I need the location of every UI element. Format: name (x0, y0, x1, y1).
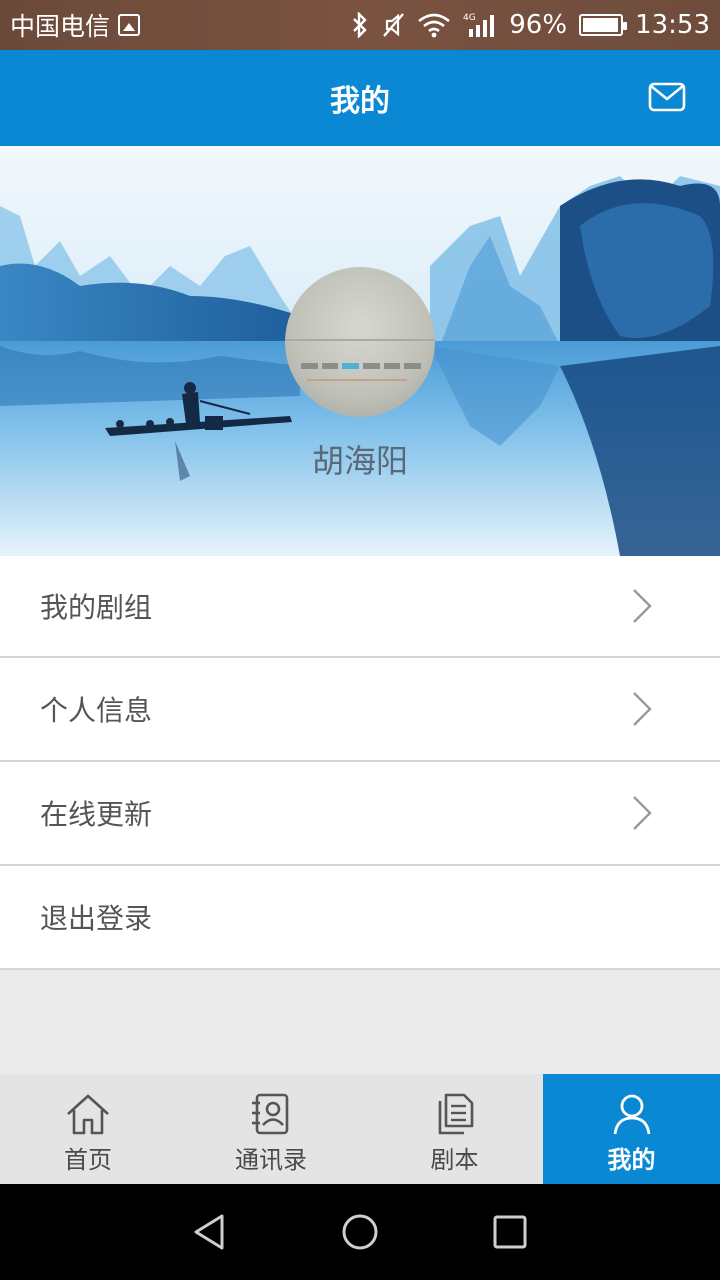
menu-item-personal-info[interactable]: 个人信息 (0, 658, 720, 762)
nav-item-home[interactable]: 首页 (0, 1074, 176, 1184)
system-nav-bar (0, 1184, 720, 1280)
chevron-right-icon (633, 589, 652, 623)
chevron-right-icon (633, 692, 652, 726)
signal-icon: 4G (463, 13, 495, 37)
menu-item-label: 退出登录 (40, 902, 153, 935)
nav-label: 剧本 (430, 1146, 479, 1174)
app-header: 我的 (0, 50, 720, 146)
battery-icon (579, 14, 628, 36)
clock: 13:53 (635, 10, 710, 40)
mute-icon (383, 13, 405, 37)
back-icon[interactable] (190, 1212, 230, 1252)
battery-percent: 96% (509, 10, 568, 40)
carrier-label: 中国电信 (10, 12, 111, 41)
nav-label: 我的 (607, 1146, 656, 1174)
svg-text:4G: 4G (463, 13, 476, 23)
username: 胡海阳 (311, 442, 408, 480)
user-icon (613, 1094, 650, 1135)
settings-menu: 我的剧组 个人信息 在线更新 退出登录 (0, 556, 720, 970)
screen: 中国电信 4G 96% 13:53 我的 胡海阳 我的剧组 个人信息 在线更新 … (0, 0, 720, 1280)
avatar-detail (307, 379, 407, 381)
nav-label: 通讯录 (235, 1146, 307, 1174)
contacts-icon (252, 1093, 289, 1135)
mail-icon[interactable] (648, 82, 686, 112)
script-icon (438, 1093, 473, 1135)
bluetooth-icon (353, 12, 367, 38)
menu-item-logout[interactable]: 退出登录 (0, 866, 720, 970)
menu-item-online-update[interactable]: 在线更新 (0, 762, 720, 866)
status-right: 4G 96% 13:53 (351, 10, 710, 40)
bottom-nav: 首页 通讯录 剧本 我的 (0, 1074, 720, 1184)
avatar-detail (285, 339, 435, 341)
status-bar: 中国电信 4G 96% 13:53 (0, 0, 720, 50)
recents-icon[interactable] (490, 1212, 530, 1252)
nav-item-me[interactable]: 我的 (543, 1074, 720, 1184)
avatar-detail (301, 363, 422, 371)
page-title: 我的 (330, 84, 390, 119)
menu-item-label: 个人信息 (40, 694, 153, 727)
home-button-icon[interactable] (340, 1212, 380, 1252)
battery-fill (583, 18, 618, 32)
nav-item-contacts[interactable]: 通讯录 (176, 1074, 366, 1184)
menu-item-my-crew[interactable]: 我的剧组 (0, 556, 720, 658)
chevron-right-icon (633, 796, 652, 830)
carrier: 中国电信 (10, 7, 141, 43)
wifi-icon (418, 13, 451, 38)
nav-item-script[interactable]: 剧本 (366, 1074, 543, 1184)
menu-item-label: 在线更新 (40, 798, 153, 831)
avatar[interactable] (285, 267, 435, 417)
menu-item-label: 我的剧组 (40, 591, 153, 624)
profile-banner: 胡海阳 (0, 146, 720, 556)
home-icon (67, 1094, 109, 1135)
image-notification-icon (118, 14, 141, 36)
nav-label: 首页 (64, 1146, 112, 1174)
